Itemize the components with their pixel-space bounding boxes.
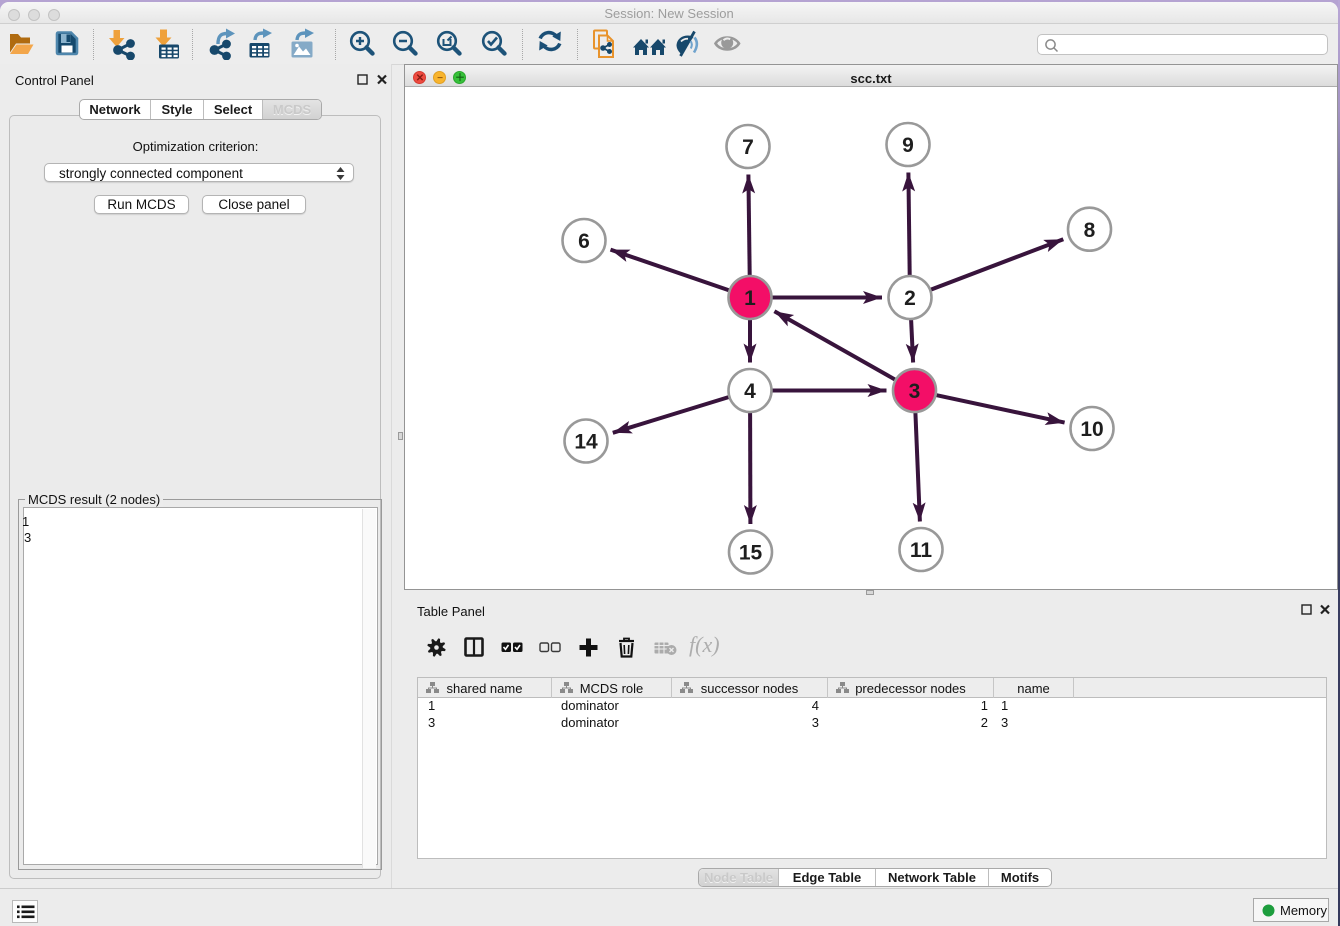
- svg-text:4: 4: [744, 380, 756, 403]
- svg-text:2: 2: [904, 287, 916, 310]
- svg-text:6: 6: [578, 230, 590, 253]
- svg-text:11: 11: [910, 539, 933, 562]
- svg-text:8: 8: [1084, 219, 1096, 242]
- svg-text:9: 9: [902, 134, 914, 157]
- svg-text:15: 15: [739, 542, 763, 565]
- svg-text:14: 14: [574, 431, 598, 454]
- svg-text:10: 10: [1080, 418, 1103, 441]
- svg-text:1: 1: [744, 287, 756, 310]
- svg-text:3: 3: [909, 380, 921, 403]
- svg-text:7: 7: [742, 136, 754, 159]
